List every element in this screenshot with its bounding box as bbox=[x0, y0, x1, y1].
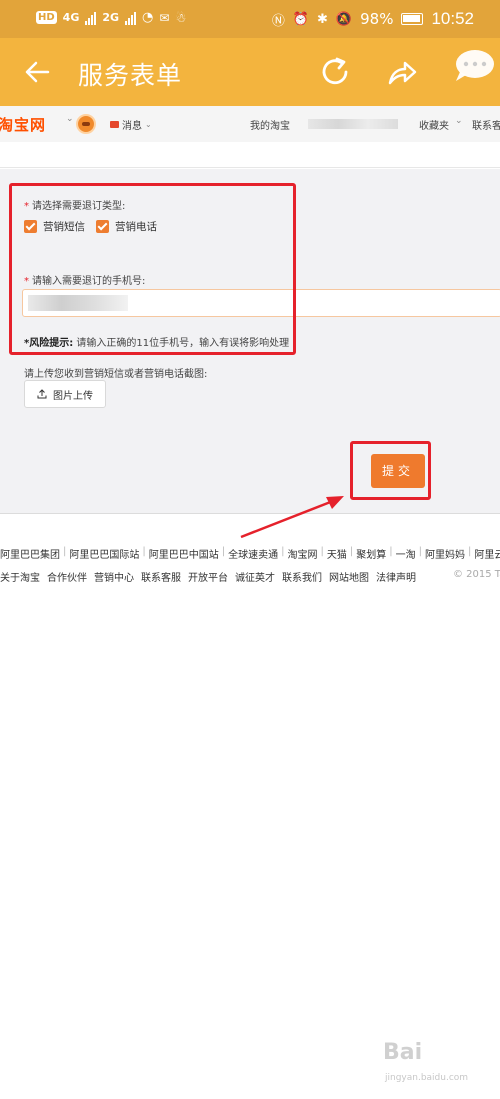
annotation-box-submit bbox=[350, 441, 431, 500]
footer-link[interactable]: 全球速卖通 bbox=[228, 546, 278, 561]
copyright: © 2015 Ta bbox=[453, 569, 500, 580]
hd-badge: HD bbox=[36, 11, 57, 24]
footer-link[interactable]: 联系我们 bbox=[282, 569, 322, 584]
favorites-link[interactable]: 收藏夹 bbox=[419, 117, 449, 132]
service-form: * 请选择需要退订类型: 营销短信 营销电话 * 请输入需要退订的手机号: *风险提… bbox=[0, 169, 500, 514]
mail-icon bbox=[110, 121, 119, 128]
footer-link[interactable]: 网站地图 bbox=[329, 569, 369, 584]
network-type-2: 2G bbox=[102, 11, 120, 24]
chevron-down-icon: ⌄ bbox=[145, 120, 152, 129]
watermark-url: jingyan.baidu.com bbox=[385, 1073, 469, 1083]
notification-icon: ✉ bbox=[159, 10, 170, 25]
baidu-watermark: Bai jingyan.baidu.com bbox=[383, 1040, 483, 1090]
upload-label: 请上传您收到营销短信或者营销电话截图: bbox=[24, 369, 208, 380]
footer-link[interactable]: 关于淘宝 bbox=[0, 569, 40, 584]
chevron-down-icon[interactable]: ⌄ bbox=[66, 114, 74, 124]
spacer bbox=[0, 142, 500, 168]
upload-button[interactable]: 图片上传 bbox=[24, 380, 106, 408]
page-title: 服务表单 bbox=[78, 61, 183, 90]
back-arrow-icon[interactable] bbox=[24, 60, 50, 84]
status-left-icons: HD 4G 2G ◔ ✉ ☃ bbox=[36, 10, 186, 25]
nfc-icon: Ⓝ bbox=[271, 13, 285, 29]
footer-link[interactable]: 阿里妈妈 bbox=[425, 546, 465, 561]
my-taobao-link[interactable]: 我的淘宝 bbox=[250, 117, 290, 132]
footer-link[interactable]: 阿里云计 bbox=[474, 546, 500, 561]
network-type-1: 4G bbox=[62, 11, 80, 24]
signal-icon bbox=[85, 11, 97, 25]
status-right-icons: Ⓝ ⏰ ✱ 🔕 98% 10:52 bbox=[272, 9, 474, 29]
footer-link[interactable]: 开放平台 bbox=[188, 569, 228, 584]
taobao-top-nav: 淘宝网 ⌄ 消息 ⌄ 我的淘宝 收藏夹 ⌄ 联系客服 bbox=[0, 106, 500, 142]
annotation-box-form bbox=[9, 183, 296, 355]
more-menu-icon[interactable] bbox=[452, 48, 496, 84]
footer-link[interactable]: 法律声明 bbox=[376, 569, 416, 584]
footer-link[interactable]: 营销中心 bbox=[94, 569, 134, 584]
app-header: 服务表单 bbox=[0, 38, 500, 106]
chevron-down-icon[interactable]: ⌄ bbox=[455, 116, 463, 126]
mute-icon: 🔕 bbox=[335, 11, 353, 27]
footer-link[interactable]: 合作伙伴 bbox=[47, 569, 87, 584]
qq-icon: ☃ bbox=[175, 10, 187, 25]
avatar[interactable] bbox=[76, 114, 96, 134]
wifi-icon: ◔ bbox=[142, 10, 154, 25]
battery-percent: 98% bbox=[360, 10, 394, 28]
watermark-logo: Bai bbox=[383, 1040, 423, 1065]
footer-links-primary: 阿里巴巴集团 | 阿里巴巴国际站 | 阿里巴巴中国站 | 全球速卖通 | 淘宝网 | 天猫… bbox=[0, 546, 500, 561]
alarm-icon: ⏰ bbox=[292, 11, 310, 27]
footer-link[interactable]: 聚划算 bbox=[356, 546, 386, 561]
status-bar: HD 4G 2G ◔ ✉ ☃ Ⓝ ⏰ ✱ 🔕 98% 10:52 bbox=[0, 0, 500, 38]
footer-link[interactable]: 淘宝网 bbox=[288, 546, 318, 561]
blurred-region bbox=[308, 119, 398, 129]
upload-button-label: 图片上传 bbox=[53, 390, 93, 402]
message-link[interactable]: 消息 ⌄ bbox=[110, 117, 152, 132]
footer-link[interactable]: 阿里巴巴集团 bbox=[0, 546, 60, 561]
signal-icon-2 bbox=[125, 11, 137, 25]
footer-link[interactable]: 联系客服 bbox=[141, 569, 181, 584]
footer-link[interactable]: 天猫 bbox=[327, 546, 347, 561]
clock: 10:52 bbox=[431, 9, 474, 28]
footer-link[interactable]: 阿里巴巴中国站 bbox=[149, 546, 219, 561]
bluetooth-icon: ✱ bbox=[317, 11, 328, 27]
footer-link[interactable]: 诚征英才 bbox=[235, 569, 275, 584]
message-label: 消息 bbox=[122, 121, 142, 132]
share-icon[interactable] bbox=[386, 57, 418, 87]
contact-service-link[interactable]: 联系客服 bbox=[472, 117, 500, 132]
footer-link[interactable]: 阿里巴巴国际站 bbox=[69, 546, 139, 561]
battery-icon bbox=[401, 13, 424, 25]
upload-icon bbox=[37, 389, 47, 399]
footer-links-secondary: 关于淘宝 合作伙伴 营销中心 联系客服 开放平台 诚征英才 联系我们 网站地图 … bbox=[0, 569, 416, 584]
taobao-logo[interactable]: 淘宝网 bbox=[0, 114, 46, 135]
refresh-icon[interactable] bbox=[320, 57, 352, 87]
footer-link[interactable]: 一淘 bbox=[396, 546, 416, 561]
